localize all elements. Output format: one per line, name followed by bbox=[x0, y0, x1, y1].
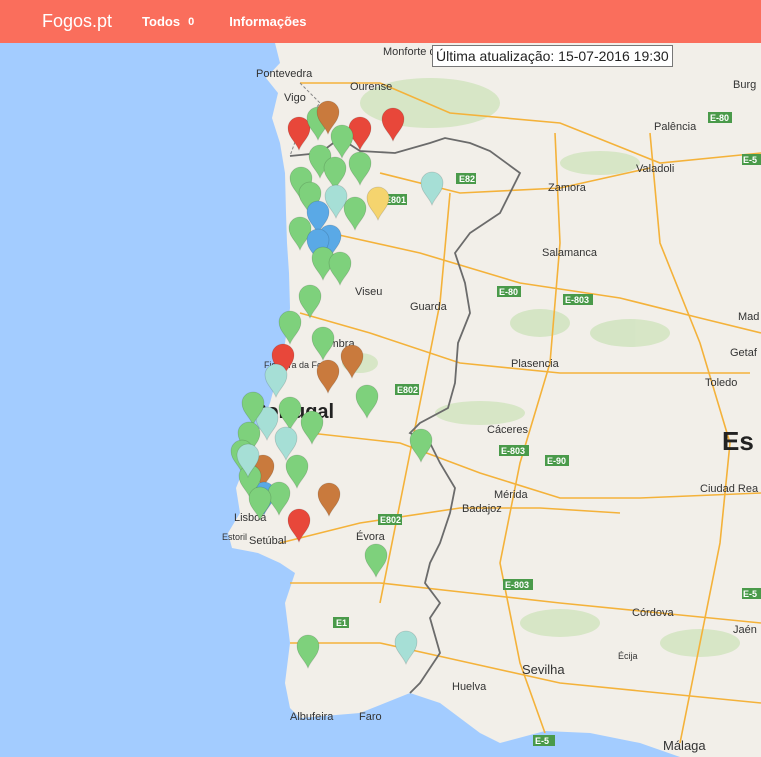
road-e803: E-803 bbox=[565, 295, 589, 305]
nav-informacoes[interactable]: Informações bbox=[229, 14, 306, 29]
road-e802b: E802 bbox=[380, 515, 401, 525]
road-e80: E-80 bbox=[499, 287, 518, 297]
map-canvas[interactable]: Portugal Es Monforte de Lemos Pontevedra… bbox=[0, 43, 761, 757]
road-e5: E-5 bbox=[535, 736, 549, 746]
brand-logo[interactable]: Fogos.pt bbox=[42, 11, 112, 32]
city-ecija: Écija bbox=[618, 651, 638, 661]
city-valladolid: Valadoli bbox=[636, 163, 674, 175]
nav-todos-label: Todos bbox=[142, 14, 181, 29]
city-malaga: Málaga bbox=[663, 738, 706, 753]
city-evora: Évora bbox=[356, 530, 386, 543]
city-burgos: Burg bbox=[733, 79, 756, 91]
city-vigo: Vigo bbox=[284, 92, 306, 104]
city-sevilha: Sevilha bbox=[522, 662, 565, 677]
city-toledo: Toledo bbox=[705, 377, 737, 389]
city-cordova: Córdova bbox=[632, 607, 674, 619]
city-pontevedra: Pontevedra bbox=[256, 68, 313, 80]
city-albufeira: Albufeira bbox=[290, 711, 334, 723]
city-badajoz: Badajoz bbox=[462, 503, 502, 515]
road-e90: E-90 bbox=[547, 456, 566, 466]
road-e803c: E-803 bbox=[505, 580, 529, 590]
road-e5b: E-5 bbox=[743, 155, 757, 165]
nav-todos[interactable]: Todos 0 bbox=[142, 14, 194, 29]
city-salamanca: Salamanca bbox=[542, 247, 598, 259]
city-plasencia: Plasencia bbox=[511, 358, 560, 370]
city-faro: Faro bbox=[359, 711, 382, 723]
road-e1: E1 bbox=[336, 618, 347, 628]
city-ourense: Ourense bbox=[350, 81, 392, 93]
city-madrid: Mad bbox=[738, 311, 759, 323]
road-e5c: E-5 bbox=[743, 589, 757, 599]
road-e80b: E-80 bbox=[710, 113, 729, 123]
label-spain: Es bbox=[722, 426, 754, 456]
city-guarda: Guarda bbox=[410, 301, 448, 313]
city-zamora: Zamora bbox=[548, 182, 587, 194]
city-caceres: Cáceres bbox=[487, 424, 528, 436]
city-merida: Mérida bbox=[494, 489, 529, 501]
road-e802: E802 bbox=[397, 385, 418, 395]
city-viseu: Viseu bbox=[355, 286, 382, 298]
nav-todos-count-badge: 0 bbox=[188, 15, 195, 28]
road-e803b: E-803 bbox=[501, 446, 525, 456]
city-getafe: Getaf bbox=[730, 347, 758, 359]
city-huelva: Huelva bbox=[452, 681, 487, 693]
city-palencia: Palência bbox=[654, 121, 697, 133]
navbar: Fogos.pt Todos 0 Informações bbox=[0, 0, 761, 43]
road-e82: E82 bbox=[459, 174, 475, 184]
city-ciudad-real: Ciudad Rea bbox=[700, 483, 759, 495]
city-estoril: Estoril bbox=[222, 532, 247, 542]
city-setubal: Setúbal bbox=[249, 535, 286, 547]
last-update-label: Última atualização: 15-07-2016 19:30 bbox=[432, 45, 673, 67]
city-jaen: Jaén bbox=[733, 624, 757, 636]
